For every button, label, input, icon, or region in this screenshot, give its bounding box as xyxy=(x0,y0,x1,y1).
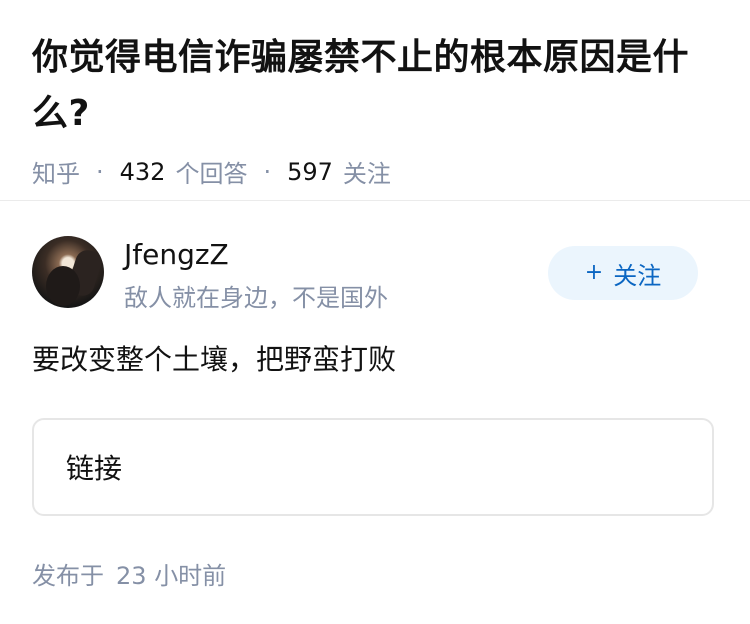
plus-icon: + xyxy=(584,260,604,285)
question-meta: 知乎 · 432 个回答 · 597 关注 xyxy=(32,154,722,189)
avatar[interactable] xyxy=(32,236,104,308)
link-card[interactable]: 链接 xyxy=(32,418,714,516)
follow-button-label: 关注 xyxy=(613,261,662,290)
answer-text: 要改变整个土壤，把野蛮打败 xyxy=(32,343,397,376)
follower-count-label: 关注 xyxy=(342,160,391,188)
source-label[interactable]: 知乎 xyxy=(32,154,80,189)
follower-count: 597 xyxy=(287,157,333,186)
answer-count-label[interactable]: 个回答 xyxy=(175,154,247,189)
publish-time: 发布于 23 小时前 xyxy=(32,556,226,591)
meta-separator: · xyxy=(263,157,272,186)
publish-time-prefix: 发布于 xyxy=(32,562,104,590)
meta-separator: · xyxy=(96,157,104,186)
divider xyxy=(0,200,750,201)
publish-time-number: 23 xyxy=(116,562,147,590)
link-card-label: 链接 xyxy=(66,452,123,485)
question-header: 你觉得电信诈骗屡禁不止的根本原因是什么? 知乎 · 432 个回答 · 597 … xyxy=(32,30,722,189)
author-name[interactable]: JfengzZ xyxy=(124,238,229,271)
author-bio: 敌人就在身边，不是国外 xyxy=(124,284,388,312)
follow-button[interactable]: + 关注 xyxy=(548,246,698,300)
avatar-head-shape xyxy=(46,266,80,306)
publish-time-suffix: 小时前 xyxy=(154,562,227,590)
author-info: JfengzZ 敌人就在身边，不是国外 + 关注 xyxy=(32,236,718,312)
answer-count: 432 xyxy=(119,157,166,186)
question-title[interactable]: 你觉得电信诈骗屡禁不止的根本原因是什么? xyxy=(32,30,722,142)
